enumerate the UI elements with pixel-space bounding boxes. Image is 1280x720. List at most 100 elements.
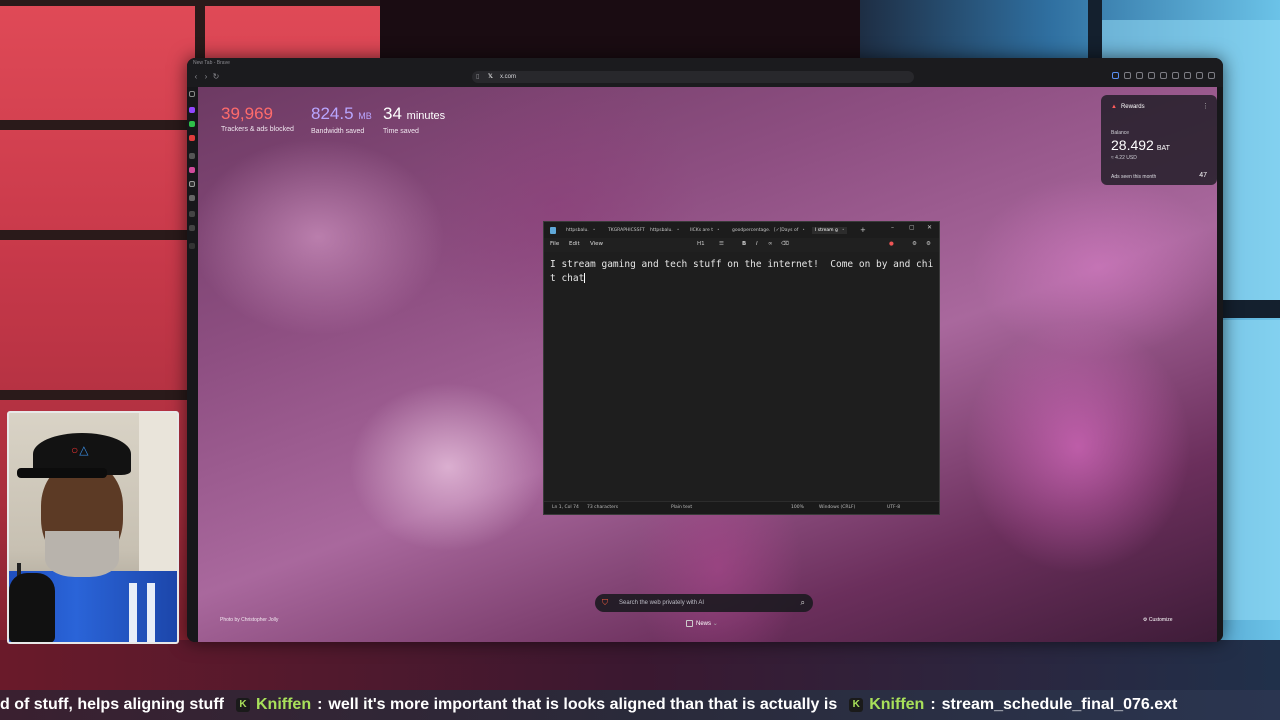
twitch-icon[interactable] <box>189 107 195 113</box>
sidebar-app-icon[interactable] <box>189 135 195 141</box>
stat-time-label: Time saved <box>383 128 419 135</box>
studio-desk <box>0 640 1280 690</box>
more-options-icon[interactable]: ⋮ <box>1202 102 1209 110</box>
extension-icon[interactable] <box>1136 72 1143 79</box>
browser-toolbar: ‹ › ↻ ▯ 𝕏 x.com <box>187 68 1223 88</box>
stat-bandwidth-value: 824.5 <box>311 104 354 123</box>
menu-view[interactable]: View <box>590 241 603 247</box>
stat-trackers-value: 39,969 <box>221 104 273 123</box>
stat-bandwidth-unit: MB <box>358 111 372 121</box>
tab-1[interactable]: httpsbalu. • <box>566 228 595 233</box>
left-sidebar <box>187 87 198 642</box>
stat-time-value: 34 <box>383 104 402 123</box>
ads-seen-label: Ads seen this month <box>1111 174 1157 180</box>
sidebar-app-icon[interactable] <box>189 211 195 217</box>
toolbar-extensions <box>1112 72 1215 79</box>
tab-6[interactable]: [✓]Days of • <box>774 228 805 233</box>
heading-select[interactable]: H1 <box>697 241 705 247</box>
copilot-icon[interactable]: ● <box>889 241 894 247</box>
ai-search-box[interactable]: ⛉ Search the web privately with AI ⌕ <box>595 594 813 612</box>
close-icon[interactable]: ✕ <box>927 224 932 231</box>
list-icon[interactable]: ☰ <box>719 241 724 247</box>
tab-4[interactable]: IICKs are t • <box>690 228 720 233</box>
balance-value: 28.492 <box>1111 137 1154 153</box>
address-bar[interactable]: ▯ 𝕏 x.com <box>472 71 914 83</box>
notepad-window: httpsbalu. • TKGRAPHICSSFT httpsbalu. • II… <box>543 221 940 515</box>
stat-bandwidth-label: Bandwidth saved <box>311 128 365 135</box>
extension-icon[interactable] <box>1184 72 1191 79</box>
sidebar-app-icon[interactable] <box>189 121 195 127</box>
extension-icon[interactable] <box>1196 72 1203 79</box>
rewards-widget[interactable]: ▲ Rewards ⋮ Balance 28.492 BAT ≈ 4.22 USD … <box>1101 95 1217 185</box>
customize-label: Customize <box>1148 617 1173 623</box>
add-sidebar-icon[interactable] <box>189 243 195 249</box>
sidebar-app-icon[interactable] <box>189 153 195 159</box>
stat-time-unit: minutes <box>406 110 446 122</box>
sidebar-app-icon[interactable] <box>189 167 195 173</box>
status-zoom: 100% <box>791 505 804 510</box>
settings-icon[interactable]: ⚙ <box>912 241 917 247</box>
right-sidebar <box>1217 87 1223 642</box>
notepad-editor[interactable]: I stream gaming and tech stuff on the in… <box>544 252 939 502</box>
stat-trackers: 39,969 Trackers & ads blocked <box>221 104 294 133</box>
new-tab-plus-icon[interactable]: + <box>860 226 866 234</box>
extension-icon[interactable] <box>1148 72 1155 79</box>
news-button[interactable]: News ⌄ <box>686 620 718 627</box>
tab-5[interactable]: goodpercentage. <box>732 228 770 233</box>
settings-icon: ⚙ <box>1143 617 1148 623</box>
x-sidebar-icon[interactable] <box>189 181 195 187</box>
menu-edit[interactable]: Edit <box>569 241 580 247</box>
chat-username: Kniffen <box>255 696 312 713</box>
bat-logo-icon: ▲ <box>1111 104 1117 110</box>
extension-icon[interactable] <box>1124 72 1131 79</box>
news-icon <box>686 620 693 627</box>
tab-2[interactable]: TKGRAPHICSSFT <box>608 228 645 233</box>
sidebar-app-icon[interactable] <box>189 225 195 231</box>
maximize-icon[interactable]: ▢ <box>909 224 915 231</box>
customize-button[interactable]: ⚙ Customize <box>1143 617 1173 623</box>
chat-ticker: d of stuff, helps aligning stuff K Kniffen… <box>0 690 1280 720</box>
menu-file[interactable]: File <box>550 241 559 247</box>
chat-message: well it's more important that is looks a… <box>328 696 838 713</box>
tab-active[interactable]: I stream g • <box>812 227 848 234</box>
notepad-app-icon <box>550 227 556 234</box>
url-text: x.com <box>500 74 517 80</box>
cap-logo-icon: ○△ <box>71 443 90 457</box>
italic-icon[interactable]: I <box>756 241 758 247</box>
status-chars: 73 characters <box>587 505 619 510</box>
balance-label: Balance <box>1111 130 1130 136</box>
chat-message: stream_schedule_final_076.ext <box>941 696 1178 713</box>
search-icon[interactable]: ⌕ <box>801 594 805 612</box>
chevron-down-icon: ⌄ <box>712 621 718 628</box>
bookmark-icon[interactable]: ▯ <box>476 71 479 83</box>
status-encoding: UTF-8 <box>887 505 901 510</box>
notepad-text: I stream gaming and tech stuff on the in… <box>550 259 934 284</box>
menu-icon[interactable] <box>1208 72 1215 79</box>
ads-seen-count: 47 <box>1199 172 1207 179</box>
stat-time: 34 minutes Time saved <box>383 104 445 135</box>
gear-icon[interactable]: ⚙ <box>926 241 931 247</box>
minimize-icon[interactable]: – <box>891 224 894 231</box>
notepad-menu-bar: File Edit View H1 ☰ B I ∞ ⌫ ● ⚙ ⚙ <box>544 238 939 252</box>
status-position: Ln 1, Col 74 <box>552 505 579 510</box>
brave-shields-icon[interactable] <box>1112 72 1119 79</box>
tab-3[interactable]: httpsbalu. • <box>650 228 679 233</box>
back-icon[interactable]: ‹ <box>191 72 201 82</box>
sidebar-app-icon[interactable] <box>189 195 195 201</box>
status-line-ending: Windows (CRLF) <box>819 505 856 510</box>
extension-icon[interactable] <box>1160 72 1167 79</box>
chat-username: Kniffen <box>869 696 925 713</box>
photo-credit[interactable]: Photo by Christopher Jolly <box>220 617 278 623</box>
ticker-lead-text: d of stuff, helps aligning stuff <box>0 696 224 713</box>
status-format: Plain text <box>671 505 693 510</box>
reload-icon[interactable]: ↻ <box>211 72 221 82</box>
forward-icon[interactable]: › <box>201 72 211 82</box>
sidebar-panel-icon[interactable] <box>189 91 195 97</box>
link-icon[interactable]: ∞ <box>768 241 773 247</box>
x-favicon-icon: 𝕏 <box>488 74 493 80</box>
balance-currency: BAT <box>1156 145 1170 152</box>
extension-icon[interactable] <box>1172 72 1179 79</box>
kick-badge-icon: K <box>849 697 864 712</box>
bold-icon[interactable]: B <box>742 241 746 247</box>
clear-format-icon[interactable]: ⌫ <box>781 241 789 247</box>
